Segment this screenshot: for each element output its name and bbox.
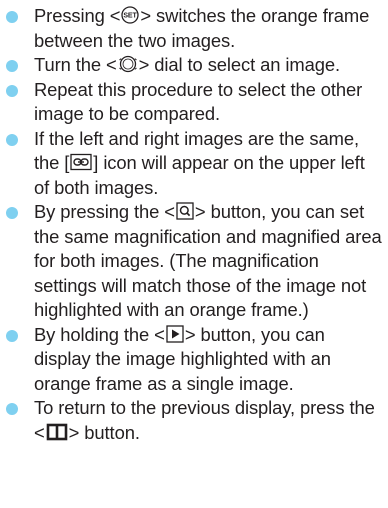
svg-text:SET: SET	[124, 13, 138, 20]
list-item: Repeat this procedure to select the othe…	[0, 78, 388, 127]
item-text: Repeat this procedure to select the othe…	[34, 78, 363, 125]
list-item: By pressing the < > button, you can set t…	[0, 200, 388, 323]
quick-control-dial-icon	[118, 55, 138, 73]
bullet-dot	[6, 403, 18, 415]
item-text-before: Pressing <	[34, 5, 121, 26]
list-item: Turn the < > dial to select an image.	[0, 53, 388, 78]
instruction-list: Pressing < SET > switches the orange frame…	[0, 4, 388, 445]
bullet-dot	[6, 133, 18, 146]
two-image-display-button-icon	[46, 423, 68, 441]
item-text-before: Turn the <	[34, 54, 117, 75]
bullet-dot	[6, 84, 18, 97]
item-text-after: > dial to select an image.	[138, 54, 341, 75]
list-item: By holding the < > button, you can displa…	[0, 323, 388, 397]
list-item: To return to the previous display, press…	[0, 396, 388, 445]
bullet-dot	[6, 207, 18, 219]
set-button-icon: SET	[121, 6, 140, 24]
bullet-dot	[6, 329, 18, 342]
same-image-link-icon	[70, 153, 92, 171]
item-text-before: By pressing the <	[34, 201, 175, 222]
magnify-button-icon	[176, 202, 194, 220]
bullet-dot	[6, 11, 18, 23]
item-text-after: > button.	[68, 421, 140, 443]
manual-page: Pressing < SET > switches the orange frame…	[0, 0, 388, 508]
list-item: If the left and right images are the sam…	[0, 127, 388, 201]
bullet-dot	[6, 60, 18, 72]
list-item: Pressing < SET > switches the orange frame…	[0, 4, 388, 53]
item-text-before: By holding the <	[34, 323, 165, 345]
playback-button-icon	[166, 324, 184, 343]
